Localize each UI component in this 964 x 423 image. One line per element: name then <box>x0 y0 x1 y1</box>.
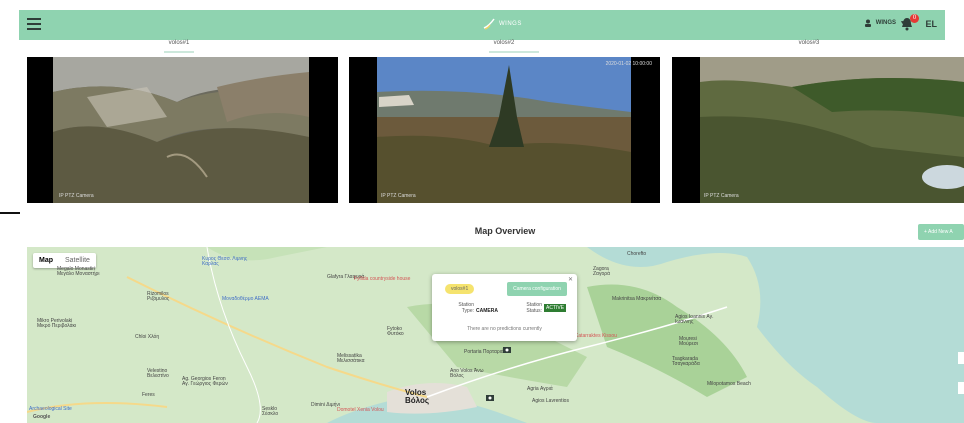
station-status-label: Station Status: <box>526 302 542 314</box>
place-label: Rizomilos Ριζόμυλος <box>147 291 170 302</box>
wings-logo-icon <box>483 18 495 30</box>
camera-marker-icon[interactable] <box>485 393 495 403</box>
place-label: Fyllida countryside house <box>354 276 411 282</box>
map-control[interactable] <box>958 352 964 364</box>
place-label: Domotel Xenia Volou <box>337 407 384 413</box>
place-label: Agios Ioannis Αγ. Ιωάννης <box>675 314 714 325</box>
map-view[interactable]: Map Satellite Megalo Monastiri Μεγάλο Μο… <box>27 247 964 423</box>
notifications-button[interactable]: 0 <box>901 14 919 33</box>
camera-feed-2[interactable]: 2020-01-02 10:00:00 IP PTZ Camera <box>349 57 660 203</box>
place-label: Κυρος Θεσσ. Λιμνης Καρλας <box>202 256 248 267</box>
camera-feeds: IP PTZ Camera 2020-01-02 10:00:00 IP PTZ… <box>0 57 964 205</box>
notification-badge: 0 <box>910 14 919 23</box>
camera-feed-3[interactable]: IP PTZ Camera <box>672 57 964 203</box>
user-name: WINGS <box>875 20 897 26</box>
place-label: Μοναδοθέρμο ΑΕΜΑ <box>222 296 269 302</box>
camera-timestamp-2: 2020-01-02 10:00:00 <box>605 61 652 67</box>
place-label: Zagora Ζαγορά <box>593 266 610 277</box>
place-label: Makrinitsa Μακρινίτσα <box>612 296 662 302</box>
camera-label-3: IP PTZ Camera <box>704 193 739 199</box>
camera-label-2: IP PTZ Camera <box>381 193 416 199</box>
station-type-label: Station Type: <box>458 302 474 314</box>
place-label: Agios Lavrentios <box>532 398 569 404</box>
tab-indicator-active <box>489 51 539 53</box>
user-icon <box>864 19 871 27</box>
place-label: Chloi Χλόη <box>135 334 160 340</box>
camera-image-2 <box>349 57 660 203</box>
place-label: Portaria Πορταριά <box>464 349 504 355</box>
map-overview-title: Map Overview <box>474 226 536 236</box>
camera-feed-1[interactable]: IP PTZ Camera <box>27 57 338 203</box>
place-label: Tsagkarada Τσαγκαράδα <box>672 356 700 367</box>
brand-logo[interactable]: WINGS <box>482 17 522 31</box>
station-popup: volos#1 ✕ Camera configuration Station T… <box>432 274 577 341</box>
add-new-button[interactable]: + Add New A <box>918 224 964 240</box>
tab-volos-3[interactable]: volos#3 <box>659 40 959 46</box>
tab-indicator <box>164 51 194 53</box>
place-label: Milopotamos Beach <box>707 381 751 387</box>
camera-configuration-button[interactable]: Camera configuration <box>507 282 567 296</box>
camera-image-1 <box>27 57 338 203</box>
place-label: Agria Αγριά <box>527 386 553 392</box>
close-icon[interactable]: ✕ <box>568 276 573 283</box>
predictions-message: There are no predictions currently <box>467 326 542 332</box>
section-divider <box>0 212 20 214</box>
place-label: Sesklo Σέσκλο <box>262 406 279 417</box>
place-label: Fytoko Φυτόκο <box>387 326 404 337</box>
tab-volos-2[interactable]: volos#2 <box>354 40 654 46</box>
camera-image-3 <box>672 57 964 203</box>
user-menu[interactable]: WINGS ▼ <box>864 19 905 27</box>
place-label: Mouresi Μούρεσι <box>679 336 698 347</box>
place-label: Mikro Perivolaki Μικρό Περιβολάκι <box>37 318 77 329</box>
google-logo: Google <box>33 414 51 420</box>
status-badge: ACTIVE <box>544 304 567 312</box>
top-app-bar: WINGS WINGS ▼ 0 EL <box>19 10 945 40</box>
camera-marker-icon[interactable] <box>502 345 512 355</box>
place-label-volos: Volos Βόλος <box>405 388 430 405</box>
station-type-value: CAMERA <box>476 308 498 314</box>
place-label: Archaeological Site <box>29 406 72 412</box>
map-type-map[interactable]: Map <box>33 253 59 268</box>
menu-icon[interactable] <box>27 18 41 32</box>
camera-label-1: IP PTZ Camera <box>59 193 94 199</box>
map-control[interactable] <box>958 382 964 394</box>
station-tag: volos#1 <box>445 284 475 294</box>
tab-volos-1[interactable]: volos#1 <box>29 40 329 46</box>
place-label: Chorefto <box>627 251 647 257</box>
place-label: Ano Volos Άνω Βόλος <box>450 368 484 379</box>
place-label: Feres <box>142 392 155 398</box>
brand-name: WINGS <box>499 21 522 27</box>
language-switch[interactable]: EL <box>925 19 937 29</box>
camera-tabs: volos#1 volos#2 volos#3 <box>19 40 964 54</box>
place-label: Katarraktes Kissou <box>575 333 617 339</box>
place-label: Megalo Monastiri Μεγάλο Μοναστήρι <box>57 266 100 277</box>
place-label: Ag. Georgios Feron Αγ. Γεώργιος Φερών <box>182 376 228 387</box>
place-label: Melissatika Μελισσάτικα <box>337 353 365 364</box>
place-label: Velestino Βελεστίνο <box>147 368 169 379</box>
